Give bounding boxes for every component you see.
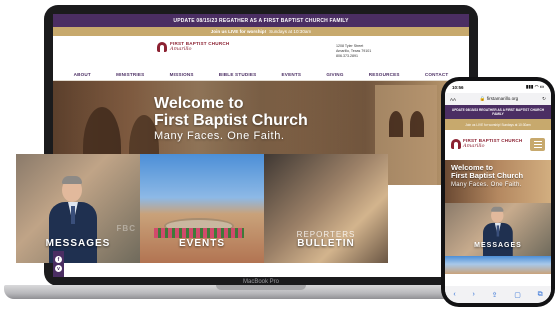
nav-item-contact[interactable]: CONTACT bbox=[425, 72, 449, 77]
card-label-messages[interactable]: MESSAGES bbox=[16, 238, 140, 249]
status-icons: ▮▮▮ ◠ ▭ bbox=[525, 84, 544, 89]
forward-icon[interactable]: › bbox=[472, 291, 474, 298]
phone-hero-subtitle: Many Faces. One Faith. bbox=[451, 182, 522, 188]
nav-item-missions[interactable]: MISSIONS bbox=[170, 72, 194, 77]
social-sidebar: f v bbox=[53, 251, 64, 277]
phone-number[interactable]: 806.373.2891 bbox=[336, 54, 371, 59]
card-events[interactable]: EVENTS bbox=[140, 154, 264, 263]
nav-item-about[interactable]: ABOUT bbox=[74, 72, 91, 77]
feature-cards: FBC MESSAGES EVENTS REPORTERS BULLETIN bbox=[16, 154, 388, 263]
nav-item-bible-studies[interactable]: BIBLE STUDIES bbox=[219, 72, 257, 77]
phone-card-label-messages[interactable]: MESSAGES bbox=[445, 242, 551, 249]
church-logo-icon bbox=[451, 139, 461, 149]
phone-hero-banner: Welcome to First Baptist Church Many Fac… bbox=[445, 160, 551, 203]
phone-hero-title: Welcome to First Baptist Church bbox=[451, 164, 523, 180]
url-text[interactable]: firstamarillo.org bbox=[487, 96, 518, 101]
phone-worship-text: Join us LIVE for worship! Sundays at 10:… bbox=[465, 122, 531, 127]
status-time: 10:56 bbox=[452, 84, 464, 90]
church-logo-icon bbox=[157, 42, 167, 52]
hero-title-line: First Baptist Church bbox=[154, 112, 308, 129]
card-bulletin[interactable]: REPORTERS BULLETIN bbox=[264, 154, 388, 263]
phone-card-messages[interactable]: MESSAGES bbox=[445, 203, 551, 256]
phone-worship-bar[interactable]: Join us LIVE for worship! Sundays at 10:… bbox=[445, 119, 551, 130]
phone-status-bar: 10:56 ▮▮▮ ◠ ▭ bbox=[445, 81, 551, 93]
card-label-events[interactable]: EVENTS bbox=[140, 238, 264, 249]
nav-item-events[interactable]: EVENTS bbox=[282, 72, 302, 77]
phone-hero-title-line: First Baptist Church bbox=[451, 171, 524, 180]
phone-site-header: FIRST BAPTIST CHURCH Amarillo bbox=[445, 130, 551, 160]
card-ghost-text: FBC bbox=[116, 224, 136, 233]
site-header: FIRST BAPTIST CHURCH Amarillo 1208 Tyler… bbox=[53, 36, 469, 69]
browser-toolbar: ‹ › ⇪ ▢ ⧉ bbox=[445, 286, 551, 303]
phone-screen: 10:56 ▮▮▮ ◠ ▭ AA 🔒 firstamarillo.org ↻ U… bbox=[445, 81, 551, 303]
phone-logo-script: Amarillo bbox=[463, 142, 485, 149]
bookmarks-icon[interactable]: ▢ bbox=[514, 291, 521, 299]
hamburger-menu-icon[interactable] bbox=[530, 138, 545, 151]
device-mockup-scene: UPDATE 08/15/23 REGATHER AS A FIRST BAPT… bbox=[0, 0, 555, 310]
logo-script: Amarillo bbox=[170, 45, 192, 52]
share-icon[interactable]: ⇪ bbox=[492, 291, 498, 299]
worship-suffix: Sundays at 10:30am bbox=[269, 29, 312, 34]
nav-item-ministries[interactable]: MINISTRIES bbox=[116, 72, 144, 77]
reader-aa-button[interactable]: AA bbox=[450, 97, 456, 102]
hero-subtitle: Many Faces. One Faith. bbox=[154, 130, 285, 142]
card-messages[interactable]: FBC MESSAGES bbox=[16, 154, 140, 263]
church-address: 1208 Tyler Street Amarillo, Texas 79101 … bbox=[336, 44, 371, 59]
worship-bar[interactable]: Join us LIVE for worship! Sundays at 10:… bbox=[53, 27, 469, 36]
alert-bar[interactable]: UPDATE 08/15/23 REGATHER AS A FIRST BAPT… bbox=[53, 14, 469, 27]
nav-item-giving[interactable]: GIVING bbox=[326, 72, 343, 77]
tabs-icon[interactable]: ⧉ bbox=[538, 291, 543, 299]
main-nav: ABOUT MINISTRIES MISSIONS BIBLE STUDIES … bbox=[53, 69, 469, 81]
facebook-icon[interactable]: f bbox=[55, 256, 62, 263]
vimeo-icon[interactable]: v bbox=[55, 265, 62, 272]
phone-card-events[interactable] bbox=[445, 256, 551, 274]
card-label-bulletin[interactable]: BULLETIN bbox=[264, 238, 388, 249]
back-icon[interactable]: ‹ bbox=[453, 291, 455, 298]
lock-icon: 🔒 bbox=[479, 96, 486, 101]
church-logo[interactable]: FIRST BAPTIST CHURCH Amarillo bbox=[157, 42, 229, 52]
alert-text[interactable]: UPDATE 08/15/23 REGATHER AS A FIRST BAPT… bbox=[173, 18, 348, 24]
hero-title-line: Welcome to bbox=[154, 95, 244, 112]
phone-alert-bar[interactable]: UPDATE 08/15/23 REGATHER AS A FIRST BAPT… bbox=[445, 105, 551, 119]
phone-church-logo[interactable]: FIRST BAPTIST CHURCH Amarillo bbox=[451, 139, 522, 149]
laptop-notch bbox=[216, 285, 306, 290]
browser-url-bar[interactable]: AA 🔒 firstamarillo.org ↻ bbox=[445, 93, 551, 105]
laptop-brand-label: MacBook Pro bbox=[242, 279, 279, 285]
hero-title: Welcome to First Baptist Church bbox=[154, 95, 308, 129]
phone-alert-text[interactable]: UPDATE 08/15/23 REGATHER AS A FIRST BAPT… bbox=[448, 108, 548, 116]
flowers-image bbox=[154, 228, 244, 238]
nav-item-resources[interactable]: RESOURCES bbox=[369, 72, 400, 77]
worship-prefix: Join us LIVE for worship! bbox=[210, 29, 267, 34]
reload-icon[interactable]: ↻ bbox=[542, 96, 546, 102]
